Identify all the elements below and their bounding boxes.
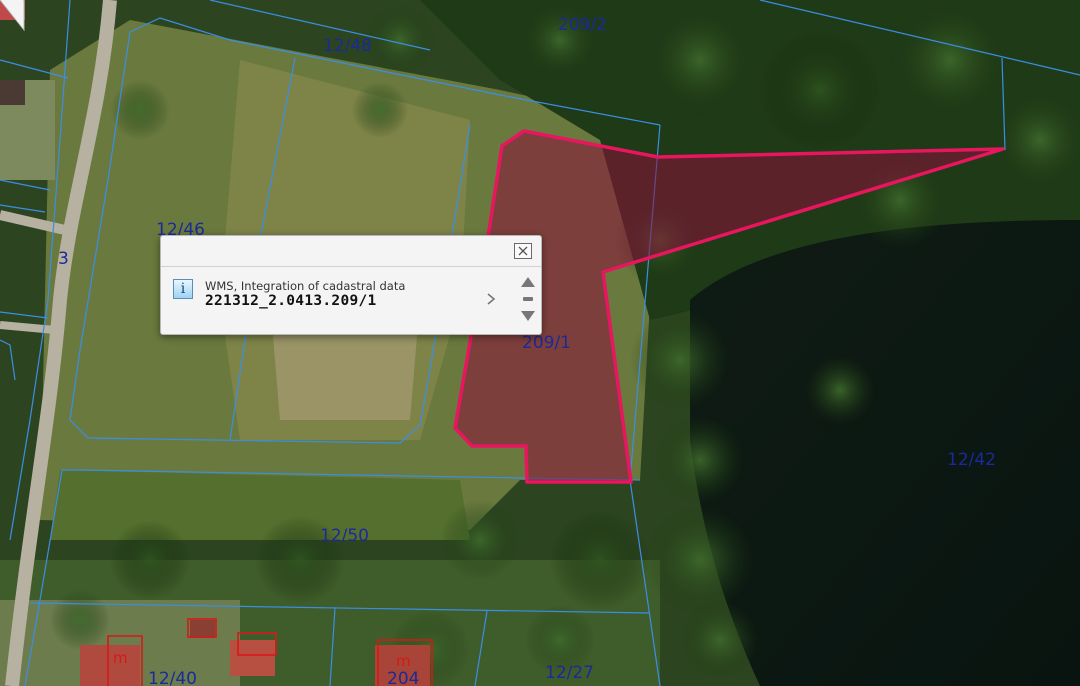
arrow-up-icon[interactable] (520, 276, 536, 288)
parcel-label: 12/40 (148, 669, 197, 686)
parcel-label: 209/1 (522, 333, 571, 353)
parcel-identifier: 221312_2.0413.209/1 (205, 293, 377, 309)
parcel-label: 209/2 (558, 15, 607, 35)
orthophoto-layer: 12/48 209/2 12/46 3 209/1 12/42 12/50 12… (0, 0, 1080, 686)
parcel-label: 12/27 (545, 663, 594, 683)
popup-scroll-controls (519, 276, 537, 328)
parcel-label: 204 (387, 669, 419, 686)
minus-icon[interactable] (520, 294, 536, 304)
feature-result-item[interactable]: i WMS, Integration of cadastral data 221… (161, 267, 513, 333)
layer-name: WMS, Integration of cadastral data (205, 279, 406, 293)
popup-titlebar (161, 236, 541, 267)
chevron-right-icon[interactable] (483, 291, 499, 307)
parcel-label: 12/48 (323, 36, 372, 56)
building-marker: m (113, 649, 128, 667)
popup-pointer (0, 0, 25, 32)
info-icon: i (173, 279, 193, 299)
building-marker: m (396, 652, 411, 670)
parcel-label: 3 (58, 249, 69, 269)
close-icon[interactable] (514, 243, 532, 259)
feature-info-popup: i WMS, Integration of cadastral data 221… (160, 235, 542, 335)
parcel-label: 12/50 (320, 526, 369, 546)
parcel-label: 12/42 (947, 450, 996, 470)
map-view[interactable]: 12/48 209/2 12/46 3 209/1 12/42 12/50 12… (0, 0, 1080, 686)
arrow-down-icon[interactable] (520, 310, 536, 322)
